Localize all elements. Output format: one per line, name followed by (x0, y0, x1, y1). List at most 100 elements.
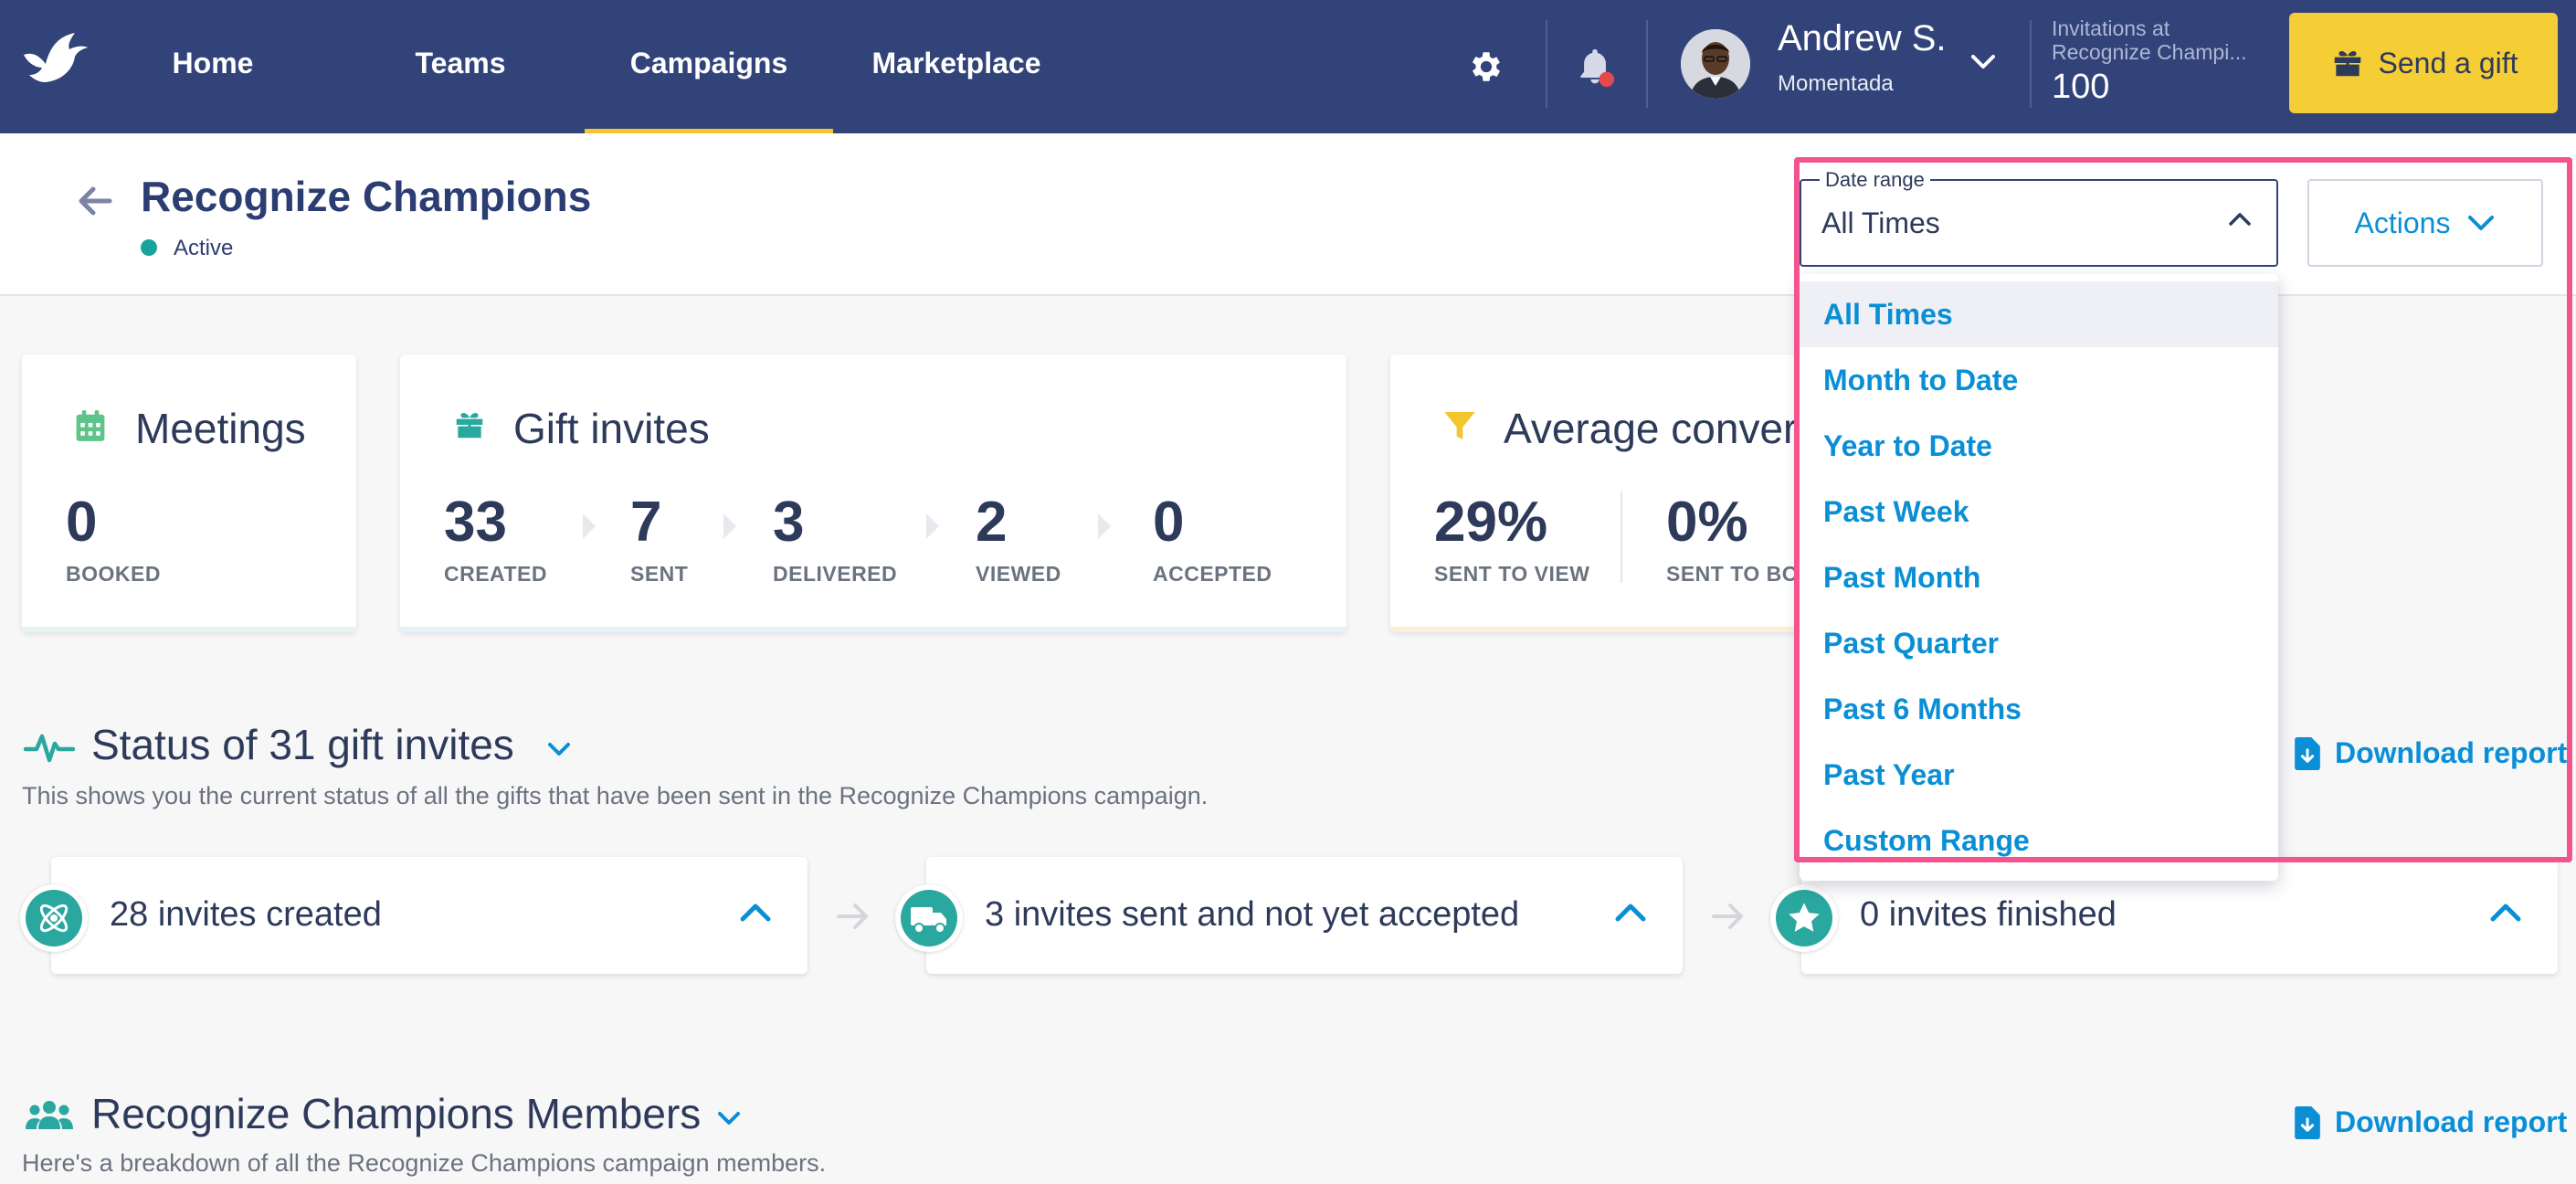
card-accent-bar (400, 627, 1346, 632)
status-dot-icon (141, 239, 157, 256)
users-icon (26, 1101, 73, 1129)
stat-value: 2 (976, 491, 1008, 554)
date-range-dropdown: All Times Month to Date Year to Date Pas… (1800, 274, 2278, 881)
chevron-right-icon (926, 513, 939, 539)
stat-delivered: 3 DELIVERED (773, 490, 897, 587)
stat-value: 0 (66, 491, 98, 554)
file-download-icon (2295, 736, 2320, 770)
nav-divider (2030, 20, 2032, 108)
members-section-description: Here's a breakdown of all the Recognize … (22, 1149, 827, 1177)
stat-label: CREATED (444, 562, 547, 586)
download-report-link[interactable]: Download report (2295, 1105, 2567, 1139)
date-option-past-week[interactable]: Past Week (1800, 479, 2278, 544)
status-badge: Active (174, 236, 234, 260)
chevron-right-icon (723, 513, 736, 539)
stat-created: 33 CREATED (444, 490, 547, 587)
date-option-year-to-date[interactable]: Year to Date (1800, 413, 2278, 479)
date-option-past-6-months[interactable]: Past 6 Months (1800, 676, 2278, 742)
conversion-title: Average conver (1504, 405, 1798, 452)
date-option-past-quarter[interactable]: Past Quarter (1800, 610, 2278, 676)
arrow-right-icon (1712, 904, 1743, 929)
meetings-stat: 0 BOOKED (66, 490, 161, 587)
file-download-icon (2295, 1105, 2320, 1139)
user-org: Momentada (1778, 71, 1894, 96)
gift-icon (456, 412, 483, 439)
avatar[interactable] (1681, 29, 1750, 99)
gear-icon[interactable] (1467, 48, 1505, 86)
pulse-icon (24, 734, 75, 763)
date-option-all-times[interactable]: All Times (1800, 281, 2278, 347)
stat-value: 29% (1434, 491, 1548, 554)
invites-sent-card[interactable]: 3 invites sent and not yet accepted (895, 857, 1683, 974)
members-section-title: Recognize Champions Members (91, 1090, 702, 1137)
arrow-right-icon (837, 904, 868, 929)
nav-divider (1646, 20, 1648, 108)
chevron-right-icon (583, 513, 596, 539)
back-arrow-icon[interactable] (77, 185, 113, 217)
invites-created-card[interactable]: 28 invites created (20, 857, 808, 974)
invitations-label: Invitations at Recognize Champi... (2052, 16, 2247, 64)
gift-invites-title: Gift invites (513, 405, 710, 452)
top-nav: Home Teams Campaigns Marketplace Andrew … (0, 0, 2576, 133)
download-report-link[interactable]: Download report (2295, 736, 2567, 770)
nav-divider (1546, 20, 1547, 108)
date-range-select[interactable]: Date range All Times (1800, 168, 2278, 267)
stat-viewed: 2 VIEWED (976, 490, 1061, 587)
send-gift-button[interactable]: Send a gift (2289, 13, 2558, 113)
invitations-count: 100 (2052, 68, 2110, 106)
nav-campaigns[interactable]: Campaigns (585, 0, 833, 133)
stat-value: 33 (444, 491, 507, 554)
truck-icon (895, 884, 963, 952)
stat-label: SENT TO BO (1666, 562, 1800, 586)
status-section-title: Status of 31 gift invites (91, 721, 514, 768)
stat-label: SENT (630, 562, 689, 586)
page-title: Recognize Champions (141, 173, 592, 220)
user-name[interactable]: Andrew S. (1778, 18, 1947, 59)
chevron-up-icon (740, 904, 771, 922)
stat-label: ACCEPTED (1153, 562, 1272, 586)
gift-icon (2334, 50, 2360, 77)
stat-value: 0% (1666, 491, 1748, 554)
dove-logo-icon[interactable] (20, 29, 90, 88)
stat-label: SENT TO VIEW (1434, 562, 1590, 586)
invites-finished-label: 0 invites finished (1860, 895, 2117, 934)
card-accent-bar (1390, 627, 1865, 632)
date-option-month-to-date[interactable]: Month to Date (1800, 347, 2278, 413)
download-report-label: Download report (2335, 1105, 2568, 1138)
card-accent-bar (22, 627, 356, 632)
stat-label: DELIVERED (773, 562, 898, 586)
date-option-past-month[interactable]: Past Month (1800, 544, 2278, 610)
chevron-down-icon[interactable] (1969, 53, 1997, 71)
date-option-past-year[interactable]: Past Year (1800, 742, 2278, 808)
star-icon (1770, 884, 1838, 952)
nav-home[interactable]: Home (155, 0, 270, 133)
status-section-description: This shows you the current status of all… (22, 782, 1209, 809)
stat-label: VIEWED (976, 562, 1061, 586)
stat-value: 0 (1153, 491, 1185, 554)
gift-invites-card: Gift invites 33 CREATED 7 SENT 3 DELIVER… (400, 354, 1346, 632)
date-range-legend: Date range (1820, 168, 1930, 192)
nav-teams[interactable]: Teams (406, 0, 515, 133)
chevron-down-icon[interactable] (546, 740, 572, 758)
actions-button[interactable]: Actions (2307, 179, 2543, 267)
chevron-up-icon (1615, 904, 1646, 922)
bell-icon[interactable] (1575, 46, 1615, 90)
conversion-card: Average conver 29% SENT TO VIEW 0% SENT … (1390, 354, 1865, 632)
stat-sent: 7 SENT (630, 490, 688, 587)
stat-value: 7 (630, 491, 662, 554)
stat-divider (1621, 492, 1622, 583)
chevron-up-icon (2490, 904, 2521, 922)
download-report-label: Download report (2335, 736, 2568, 769)
stat-label: BOOKED (66, 562, 161, 586)
nav-marketplace[interactable]: Marketplace (859, 0, 1054, 133)
stat-accepted: 0 ACCEPTED (1153, 490, 1272, 587)
stat-sent-to-view: 29% SENT TO VIEW (1434, 490, 1589, 587)
send-gift-label: Send a gift (2378, 46, 2518, 79)
actions-label: Actions (2354, 206, 2451, 239)
stat-value: 3 (773, 491, 805, 554)
chevron-down-icon[interactable] (716, 1109, 742, 1127)
funnel-icon (1444, 412, 1475, 439)
date-option-custom-range[interactable]: Custom Range (1800, 808, 2278, 873)
invites-created-label: 28 invites created (110, 895, 382, 934)
invites-sent-label: 3 invites sent and not yet accepted (985, 895, 1520, 934)
